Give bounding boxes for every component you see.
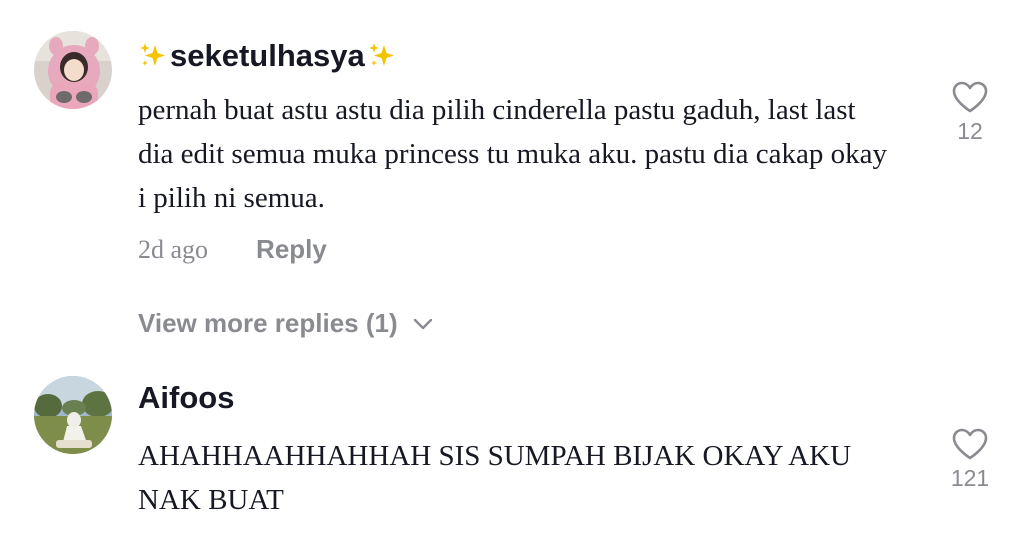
sparkles-icon <box>367 41 397 71</box>
like-control: 12 <box>940 80 1000 145</box>
comment-timestamp: 2d ago <box>138 234 209 264</box>
comment-text: AHAHHAAHHAHHAH SIS SUMPAH BIJAK OKAY AKU… <box>138 440 852 516</box>
comment-text: pernah buat astu astu dia pilih cinderel… <box>138 94 887 214</box>
view-more-replies-label: View more replies (1) <box>138 308 398 338</box>
chevron-down-icon <box>413 318 432 329</box>
like-count: 121 <box>950 465 990 491</box>
sparkles-icon <box>138 41 168 71</box>
avatar[interactable] <box>34 376 112 454</box>
comment-item: seketulhasya pernah buat astu astu dia p… <box>0 0 1016 360</box>
comment-username[interactable]: seketulhasya <box>138 38 397 74</box>
reply-button[interactable]: Reply <box>256 234 327 265</box>
comment-username[interactable]: Aifoos <box>138 380 234 416</box>
like-control: 121 <box>940 427 1000 492</box>
username-text: seketulhasya <box>170 38 365 73</box>
comment-meta: 2d ago Reply <box>138 234 327 265</box>
username-text: Aifoos <box>138 380 235 415</box>
avatar[interactable] <box>34 31 112 109</box>
view-more-replies-button[interactable]: View more replies (1) <box>138 308 434 339</box>
heart-outline-icon[interactable] <box>951 427 989 461</box>
comment-item: Aifoos AHAHHAAHHAHHAH SIS SUMPAH BIJAK O… <box>0 360 1016 536</box>
heart-outline-icon[interactable] <box>951 80 989 114</box>
like-count: 12 <box>957 118 983 144</box>
